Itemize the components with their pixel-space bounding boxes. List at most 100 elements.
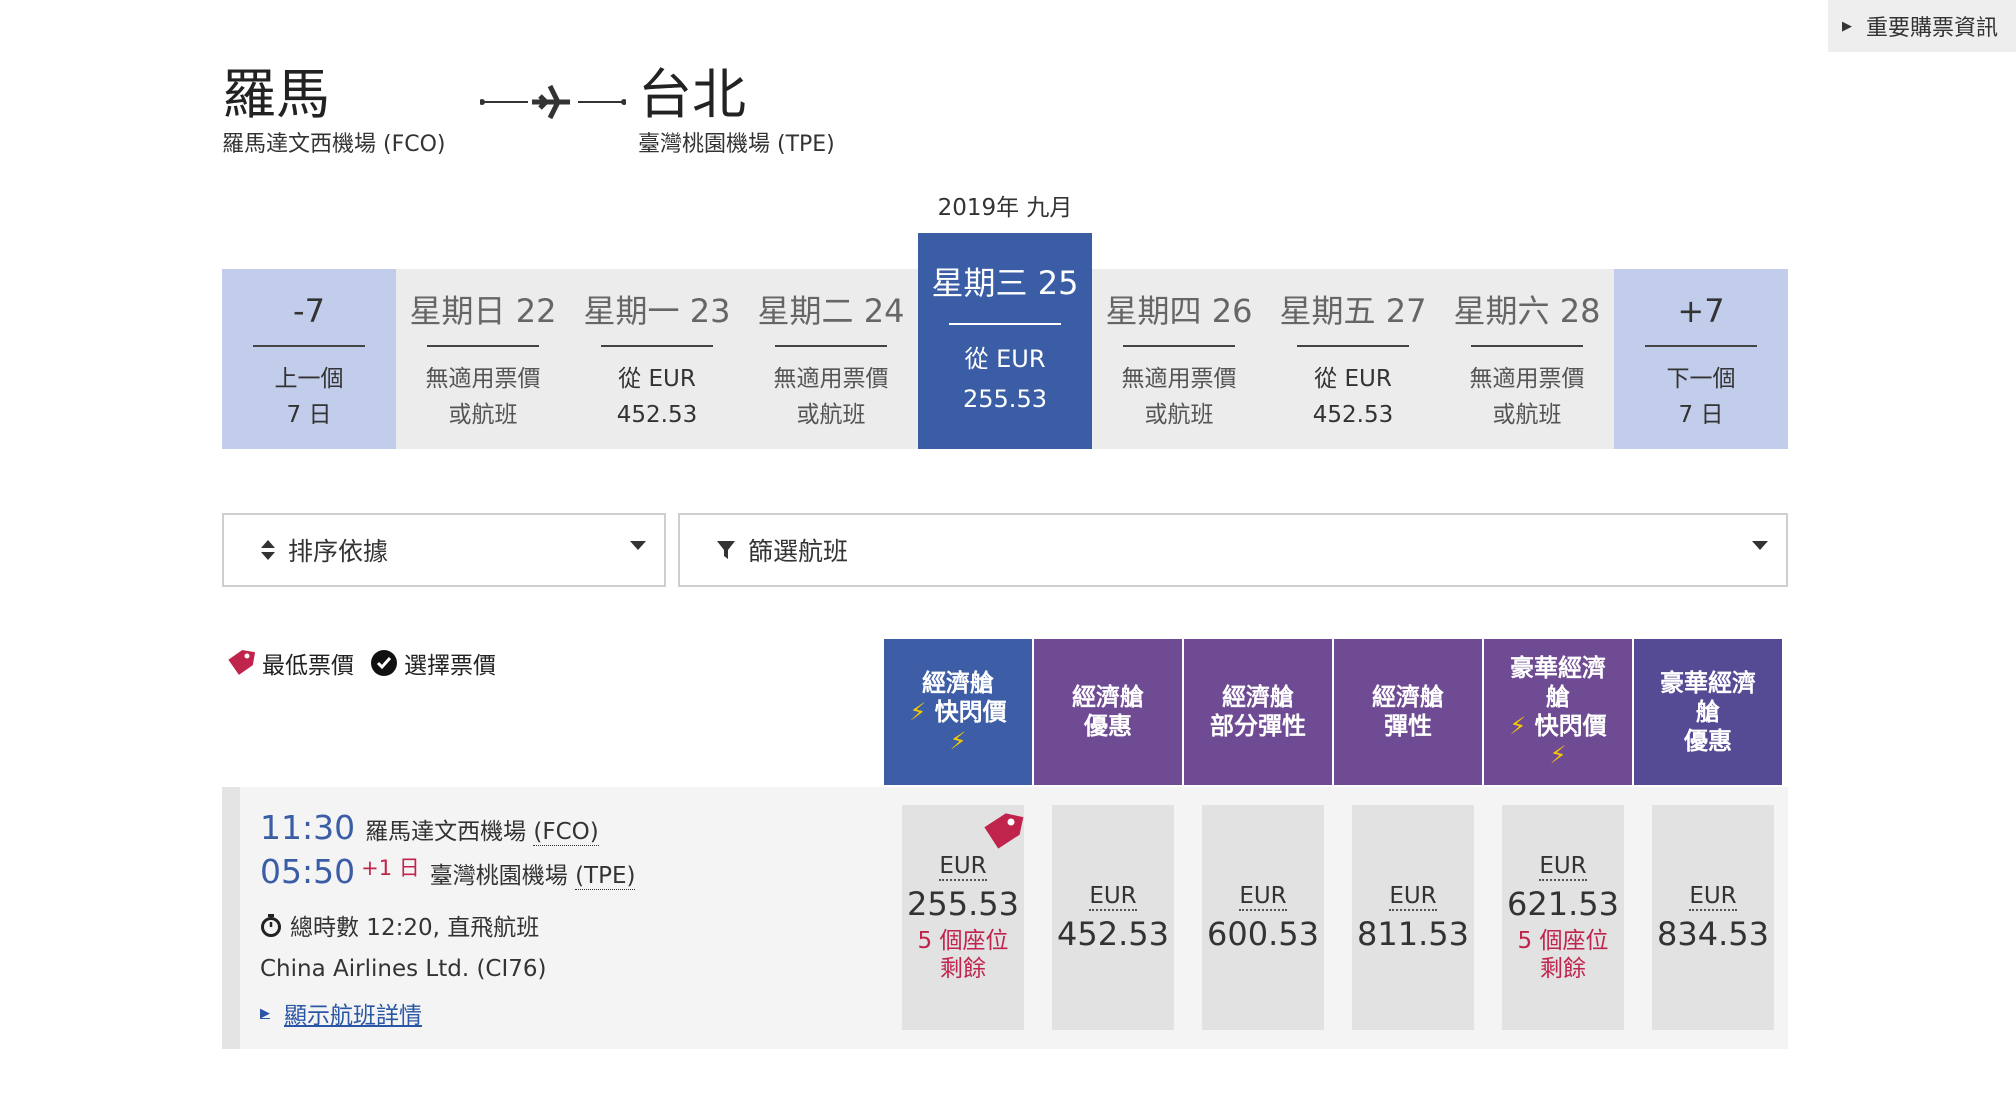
fare-option-4[interactable]: EUR 621.53 5 個座位 剩餘: [1502, 805, 1624, 1030]
date-head: -7: [293, 292, 325, 330]
sort-icon: [260, 539, 276, 561]
date-divider: [1645, 345, 1757, 347]
date-divider: [427, 345, 539, 347]
previous-week-button[interactable]: -7 上一個 7 日: [222, 269, 396, 449]
date-head: 星期四 26: [1105, 292, 1253, 330]
fare-class-text: 部分彈性: [1210, 712, 1306, 740]
fare-option-0[interactable]: EUR 255.53 5 個座位 剩餘: [902, 805, 1024, 1030]
date-head: 星期日 22: [409, 292, 557, 330]
fare-currency: EUR: [1239, 882, 1287, 911]
fare-class-text: 艙: [1696, 697, 1720, 726]
date-line2: 255.53: [963, 385, 1047, 413]
arrival-time: 05:50: [260, 852, 356, 891]
departure-airport-code: (FCO): [533, 819, 599, 846]
date-option-2[interactable]: 星期一 23 從 EUR 452.53: [570, 269, 744, 449]
date-head: 星期六 28: [1453, 292, 1601, 330]
flight-route-icon: [480, 84, 626, 120]
fare-class-header-0: 經濟艙 ⚡ 快閃價 ⚡: [884, 639, 1032, 785]
fare-class-line: ⚡ 快閃價: [1509, 712, 1606, 741]
legend-lowest-label: 最低票價: [262, 653, 354, 679]
fare-class-line: 部分彈性: [1210, 712, 1306, 741]
fare-class-text: 優惠: [1684, 726, 1732, 755]
filter-dropdown[interactable]: 篩選航班: [678, 513, 1788, 587]
fare-option-3[interactable]: EUR 811.53: [1352, 805, 1474, 1030]
date-option-3[interactable]: 星期二 24 無適用票價 或航班: [744, 269, 918, 449]
fare-option-1[interactable]: EUR 452.53: [1052, 805, 1174, 1030]
date-option-7[interactable]: 星期六 28 無適用票價 或航班: [1440, 269, 1614, 449]
next-week-button[interactable]: +7 下一個 7 日: [1614, 269, 1788, 449]
date-option-5[interactable]: 星期四 26 無適用票價 或航班: [1092, 269, 1266, 449]
fare-class-title: 經濟艙 優惠: [1072, 683, 1144, 741]
fare-class-line: 經濟艙: [1372, 683, 1444, 712]
seats-line: 剩餘: [939, 955, 986, 982]
date-line1: 無適用票價: [425, 366, 541, 392]
sort-dropdown[interactable]: 排序依據: [222, 513, 666, 587]
departure-airport-name: 羅馬達文西機場: [365, 819, 534, 845]
date-option-1[interactable]: 星期日 22 無適用票價或航班: [396, 269, 570, 449]
date-divider: [253, 345, 365, 347]
fare-class-text: 彈性: [1384, 712, 1432, 740]
fare-class-title: 豪華經濟艙優惠: [1660, 669, 1756, 756]
important-ticket-info-toggle[interactable]: ▶ 重要購票資訊: [1828, 0, 2016, 52]
fare-amount: 621.53: [1507, 884, 1619, 923]
fare-class-line: 彈性: [1372, 712, 1444, 741]
date-head: 星期二 24: [757, 292, 905, 330]
fare-class-title: 經濟艙 彈性: [1372, 683, 1444, 741]
date-line2: 或航班: [796, 402, 866, 428]
date-line1: 從 EUR: [1314, 366, 1392, 392]
fare-currency: EUR: [1689, 882, 1737, 911]
legend-selected: 選擇票價: [370, 646, 496, 680]
date-divider: [601, 345, 713, 347]
fare-class-text: 快閃價: [1534, 712, 1607, 740]
lightning-icon: ⚡: [1549, 741, 1567, 769]
date-line2: 7 日: [286, 402, 332, 428]
fare-class-title: 經濟艙 部分彈性: [1210, 683, 1306, 741]
fare-class-headers: 經濟艙 ⚡ 快閃價 ⚡ 經濟艙 優惠 經濟艙 部分彈性 經濟艙 彈性 豪華經濟艙 ⚡ 快閃價 ⚡ 豪華經…: [884, 639, 1784, 785]
departure-line: 11:30 羅馬達文西機場 (FCO): [260, 808, 635, 852]
fare-class-title: 經濟艙 ⚡ 快閃價 ⚡: [909, 669, 1006, 756]
fare-class-header-4: 豪華經濟艙 ⚡ 快閃價 ⚡: [1484, 639, 1632, 785]
date-line2: 或航班: [1492, 402, 1562, 428]
fare-class-text: 優惠: [1084, 712, 1132, 740]
date-option-4[interactable]: 星期三 25 從 EUR 255.53: [918, 233, 1092, 449]
fare-option-2[interactable]: EUR 600.53: [1202, 805, 1324, 1030]
fare-options: EUR 255.53 5 個座位 剩餘 EUR 452.53 EUR 600.53 EUR 811…: [902, 805, 1802, 1030]
fare-class-line: 經濟艙: [909, 669, 1006, 698]
stopwatch-icon: [261, 914, 281, 937]
fare-amount: 811.53: [1357, 914, 1469, 953]
show-flight-details-link[interactable]: ▶ 顯示航班詳情: [260, 996, 635, 1030]
check-circle-icon: [371, 650, 397, 676]
fare-option-5[interactable]: EUR 834.53: [1652, 805, 1774, 1030]
chevron-down-icon: [630, 541, 646, 550]
seats-remaining: 5 個座位 剩餘: [1518, 927, 1609, 983]
date-divider: [775, 345, 887, 347]
price-legend: 最低票價 選擇票價: [226, 646, 512, 680]
fare-class-text: 經濟艙: [1222, 683, 1294, 711]
departure-airport: 羅馬達文西機場 (FCO): [365, 812, 599, 846]
seats-line: 5 個座位: [917, 927, 1009, 954]
fare-amount: 600.53: [1207, 914, 1319, 953]
fare-class-line: ⚡ 快閃價: [909, 698, 1006, 727]
date-line2: 7 日: [1678, 402, 1724, 428]
fare-currency: EUR: [939, 852, 987, 881]
date-line1: 從 EUR: [618, 366, 696, 392]
fare-class-line: 豪華經濟: [1509, 654, 1606, 683]
fare-class-text: 經濟艙: [1072, 683, 1144, 711]
lightning-icon: ⚡: [1509, 712, 1535, 740]
date-strip: -7 上一個 7 日星期日 22 無適用票價 或航班 星期一 23 從 EUR 452.53 星…: [222, 233, 1788, 449]
lowest-price-tag-icon: [984, 813, 1024, 849]
fare-class-line: 艙: [1660, 698, 1756, 727]
date-head: 星期五 27: [1279, 292, 1427, 330]
carrier-name: China Airlines Ltd. (CI76): [260, 956, 547, 982]
fare-class-line: 豪華經濟: [1660, 669, 1756, 698]
seats-line: 剩餘: [1539, 955, 1586, 982]
date-option-6[interactable]: 星期五 27 從 EUR 452.53: [1266, 269, 1440, 449]
month-label: 2019年 九月: [937, 195, 1073, 221]
date-line2: 或航班: [448, 402, 518, 428]
price-tag-icon: [228, 650, 256, 675]
fare-class-title: 豪華經濟艙 ⚡ 快閃價 ⚡: [1509, 654, 1606, 770]
date-divider: [1123, 345, 1235, 347]
details-link-label: 顯示航班詳情: [284, 1003, 422, 1029]
triangle-right-icon: ▶: [1842, 18, 1852, 34]
date-line1: 從 EUR: [964, 345, 1046, 373]
